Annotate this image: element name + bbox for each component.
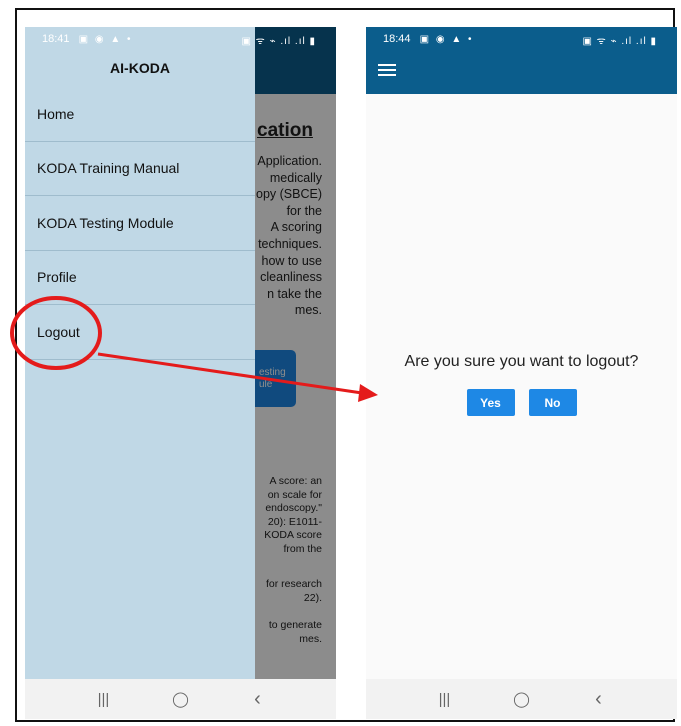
navigation-drawer: AI-KODA Home KODA Training Manual KODA T… (25, 27, 255, 679)
back-chevron-icon[interactable]: ‹ (584, 688, 614, 711)
recents-icon[interactable]: ||| (89, 691, 119, 708)
status-time: 18:41 (42, 33, 70, 45)
drawer-item-home[interactable]: Home (25, 87, 255, 142)
status-bar: 18:41 ▣ ◉ ▲ • ▣ ᯤ ⌁ .ıl .ıl ▮ (25, 27, 336, 53)
home-circle-icon[interactable]: ◯ (166, 690, 196, 708)
system-status-icons: ▣ ᯤ ⌁ .ıl .ıl ▮ (582, 36, 657, 47)
drawer-item-testing-module[interactable]: KODA Testing Module (25, 196, 255, 251)
hamburger-menu-icon[interactable] (378, 64, 396, 80)
system-nav-bar: ||| ◯ ‹ (25, 679, 336, 719)
notification-icons: ▣ ◉ ▲ • (78, 34, 133, 45)
status-time: 18:44 (383, 33, 411, 45)
recents-icon[interactable]: ||| (430, 691, 460, 708)
system-status-icons: ▣ ᯤ ⌁ .ıl .ıl ▮ (241, 36, 316, 47)
left-phone-screen: cation Application. medically opy (SBCE)… (25, 27, 336, 719)
drawer-item-logout[interactable]: Logout (25, 305, 255, 360)
system-nav-bar: ||| ◯ ‹ (366, 679, 677, 719)
right-phone-screen: 18:44 ▣ ◉ ▲ • ▣ ᯤ ⌁ .ıl .ıl ▮ Are you su… (366, 27, 677, 719)
back-chevron-icon[interactable]: ‹ (243, 688, 273, 711)
logout-page: Are you sure you want to logout? Yes No (366, 94, 677, 679)
drawer-title: AI-KODA (110, 60, 170, 76)
yes-button[interactable]: Yes (466, 389, 515, 416)
notification-icons: ▣ ◉ ▲ • (419, 34, 474, 45)
drawer-item-training-manual[interactable]: KODA Training Manual (25, 142, 255, 196)
status-bar: 18:44 ▣ ◉ ▲ • ▣ ᯤ ⌁ .ıl .ıl ▮ (366, 27, 677, 53)
logout-question: Are you sure you want to logout? (404, 353, 639, 370)
logout-actions: Yes No (366, 389, 677, 416)
home-circle-icon[interactable]: ◯ (507, 690, 537, 708)
no-button[interactable]: No (528, 389, 577, 416)
drawer-menu: Home KODA Training Manual KODA Testing M… (25, 87, 255, 360)
drawer-item-profile[interactable]: Profile (25, 251, 255, 305)
